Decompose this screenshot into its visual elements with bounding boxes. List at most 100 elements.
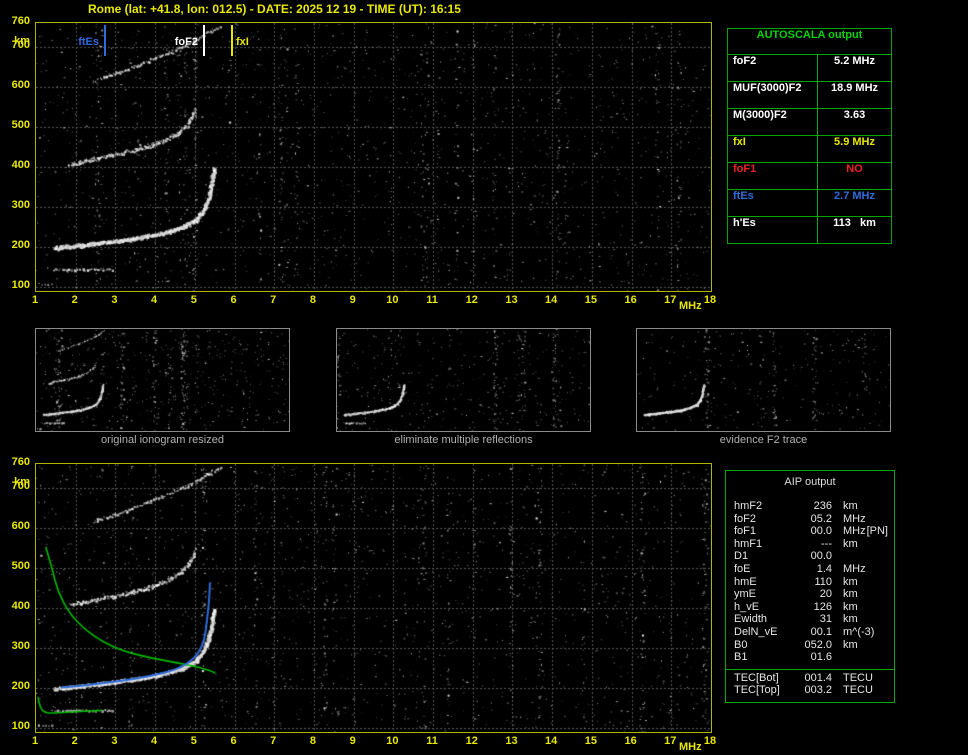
aip-tec-row: TEC[Bot] 001.4 TECU: [726, 672, 894, 685]
x-tick-label: 18: [703, 294, 717, 306]
aip-param-note: [888, 651, 894, 664]
x-tick-label: 5: [190, 735, 197, 747]
y-axis-unit-label: km: [14, 476, 30, 488]
x-tick-label: 2: [71, 294, 78, 306]
aip-param-value: 31: [819, 613, 832, 626]
y-axis-unit-label: km: [14, 35, 30, 47]
aip-param-note: [888, 588, 894, 601]
x-tick-label: 12: [465, 735, 478, 747]
aip-table-row: h_vE 126 km: [726, 601, 894, 614]
aip-table-row: Ewidth 31 km: [726, 613, 894, 626]
page-title: Rome (lat: +41.8, lon: 012.5) - DATE: 20…: [88, 2, 461, 16]
aip-param-unit: m^(-3): [843, 625, 875, 638]
aip-tec-row: TEC[Top] 003.2 TECU: [726, 684, 894, 697]
aip-param-note: [888, 626, 894, 639]
aip-tec-unit: TECU: [843, 671, 873, 684]
autoscala-param-value: 113 km: [833, 217, 876, 229]
x-tick-label: 11: [426, 735, 438, 747]
aip-param-name: DelN_vE: [734, 625, 778, 638]
aip-table-row: B0 052.0 km: [726, 639, 894, 652]
aip-param-value: 1.4: [816, 562, 832, 575]
x-tick-label: 9: [349, 294, 356, 306]
aip-param-unit: km: [843, 588, 858, 601]
aip-param-unit: MHz: [843, 562, 866, 575]
aip-table-rows: hmF2 236 km foF2 05.2 MHz foF1 00.0 MHz [PN] hmF1-…: [726, 500, 894, 664]
ftes-marker-label: ftEs: [78, 36, 99, 48]
aip-table-row: foF2 05.2 MHz: [726, 513, 894, 526]
autoscala-param-name: h'Es: [728, 217, 818, 243]
aip-table-row: hmE 110 km: [726, 576, 894, 589]
thumbnail-caption-eliminate: eliminate multiple reflections: [394, 434, 533, 446]
x-tick-label: 17: [664, 735, 677, 747]
y-tick-label: 300: [11, 199, 30, 211]
x-tick-label: 2: [71, 735, 78, 747]
thumbnail-original-ionogram: [35, 328, 290, 432]
x-tick-label: 3: [111, 294, 118, 306]
autoscala-param-value: 5.2 MHz: [834, 55, 875, 67]
x-tick-label: 13: [505, 735, 518, 747]
aip-table-row: B1 01.6: [726, 651, 894, 664]
aip-param-note: [888, 513, 894, 526]
autoscala-param-value: 2.7 MHz: [834, 190, 875, 202]
autoscala-table-rows: foF2 5.2 MHz MUF(3000)F2 18.9 MHz M(3000)F2 3…: [728, 55, 891, 243]
aip-param-unit: km: [843, 638, 858, 651]
aip-param-unit: km: [843, 537, 858, 550]
aip-param-name: B0: [734, 638, 748, 651]
aip-param-unit: km: [843, 500, 858, 512]
y-tick-label: 100: [11, 720, 30, 732]
aip-param-note: [888, 550, 894, 563]
aip-table-row: DelN_vE 00.1 m^(-3): [726, 626, 894, 639]
aip-param-value: 236: [813, 500, 832, 512]
y-tick-label: 500: [11, 560, 30, 572]
aip-param-name: foF2: [734, 512, 757, 525]
y-tick-label: 760: [11, 456, 30, 468]
thumbnail-canvas-eliminate: [337, 329, 590, 431]
aip-param-note: [888, 500, 894, 513]
aip-param-value: 110: [814, 575, 832, 588]
autoscala-param-name: foF1: [728, 163, 818, 189]
autoscala-table-row: foF2 5.2 MHz: [728, 55, 891, 82]
x-axis-unit-label: MHz: [679, 300, 702, 312]
x-tick-label: 16: [624, 294, 637, 306]
autoscala-output-table: AUTOSCALA output foF2 5.2 MHz MUF(3000)F2 1…: [727, 28, 892, 244]
aip-table-row: foE 1.4 MHz: [726, 563, 894, 576]
fof2-marker-label: foF2: [174, 36, 198, 48]
aip-param-value: 00.0: [810, 550, 832, 563]
y-tick-label: 200: [11, 680, 30, 692]
y-tick-label: 760: [11, 15, 30, 27]
aip-tec-name: TEC[Bot]: [734, 671, 779, 684]
x-tick-label: 18: [703, 735, 717, 747]
aip-table-row: D1 00.0: [726, 550, 894, 563]
aip-tec-value: 001.4: [804, 671, 832, 684]
aip-param-note: [PN]: [866, 525, 888, 538]
x-tick-label: 14: [545, 735, 558, 747]
aip-param-name: hmE: [734, 575, 757, 588]
aip-param-value: 05.2: [810, 512, 832, 525]
aip-param-unit: km: [843, 613, 858, 626]
aip-param-unit: km: [843, 575, 858, 588]
aip-param-value: 052.0: [804, 638, 832, 651]
ionogram-plot-top: ftEs foF2 fxI: [35, 22, 712, 292]
autoscala-param-name: foF2: [728, 55, 818, 81]
aip-param-unit: [843, 550, 888, 563]
y-tick-label: 600: [11, 79, 30, 91]
aip-tec-value: 003.2: [804, 684, 832, 697]
fxi-marker-label: fxI: [236, 36, 249, 48]
aip-tec-rows: TEC[Bot] 001.4 TECU TEC[Top] 003.2 TECU: [726, 668, 894, 697]
x-tick-label: 5: [190, 294, 197, 306]
aip-param-name: foE: [734, 562, 751, 575]
y-tick-label: 300: [11, 640, 30, 652]
x-tick-label: 8: [309, 735, 316, 747]
aip-table-row: ymE 20 km: [726, 588, 894, 601]
ftes-marker-line: [104, 25, 106, 56]
thumbnail-caption-original: original ionogram resized: [101, 434, 224, 446]
thumbnail-evidence-f2: [636, 328, 891, 432]
autoscala-param-value: 18.9 MHz: [830, 82, 879, 94]
aip-param-name: Ewidth: [734, 613, 768, 626]
aip-tec-name: TEC[Top]: [734, 684, 780, 697]
autoscala-param-value: 5.9 MHz: [834, 136, 875, 148]
autoscala-table-row: h'Es 113 km: [728, 217, 891, 243]
x-axis-unit-label: MHz: [679, 741, 702, 753]
aip-param-name: h_vE: [734, 600, 760, 613]
aip-param-value: 00.0: [810, 525, 832, 538]
